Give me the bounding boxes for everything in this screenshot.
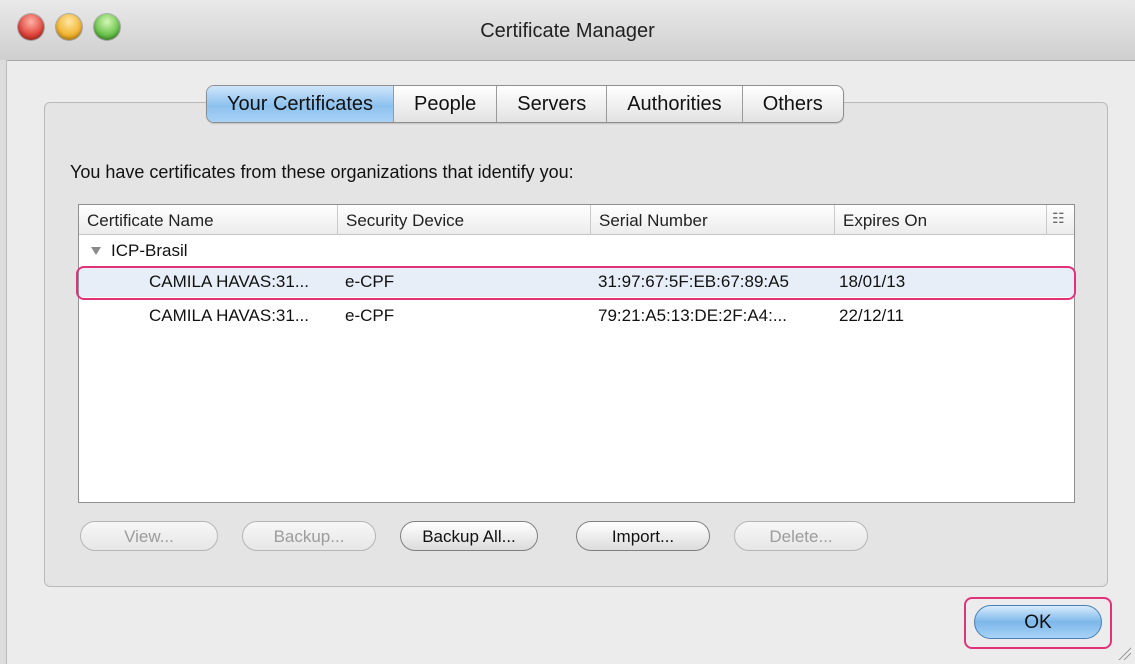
tab-authorities[interactable]: Authorities [606,86,742,122]
window-title: Certificate Manager [480,20,655,42]
tab-your-certificates[interactable]: Your Certificates [207,86,393,122]
view-button[interactable]: View... [80,521,218,551]
column-picker-icon[interactable]: ☷ [1052,211,1066,225]
column-header-certificate-name[interactable]: Certificate Name [79,205,338,234]
table-row[interactable]: CAMILA HAVAS:31... e-CPF 31:97:67:5F:EB:… [79,267,1074,297]
serial-number-cell: 79:21:A5:13:DE:2F:A4:... [598,306,788,325]
tab-bar: Your Certificates People Servers Authori… [206,85,844,123]
delete-button[interactable]: Delete... [734,521,868,551]
expires-on-cell: 22/12/11 [839,306,904,325]
column-header-security-device[interactable]: Security Device [338,205,591,234]
serial-number-cell: 31:97:67:5F:EB:67:89:A5 [598,272,789,291]
window-edge [0,60,7,664]
certificate-table: Certificate Name Security Device Serial … [78,204,1075,503]
group-label: ICP-Brasil [111,241,188,260]
backup-button[interactable]: Backup... [242,521,376,551]
tab-servers[interactable]: Servers [496,86,606,122]
disclosure-triangle-icon[interactable] [91,247,101,255]
certificate-name-cell: CAMILA HAVAS:31... [149,272,309,291]
column-header-serial-number[interactable]: Serial Number [591,205,835,234]
table-header: Certificate Name Security Device Serial … [79,205,1074,235]
security-device-cell: e-CPF [345,272,395,291]
expires-on-cell: 18/01/13 [839,272,906,291]
tab-others[interactable]: Others [741,86,843,122]
backup-all-button[interactable]: Backup All... [400,521,538,551]
resize-grip-icon[interactable] [1117,646,1131,660]
title-bar: Certificate Manager [0,0,1135,61]
intro-text: You have certificates from these organiz… [70,162,574,182]
tab-people[interactable]: People [393,86,496,122]
certificate-name-cell: CAMILA HAVAS:31... [149,306,309,325]
table-row[interactable]: CAMILA HAVAS:31... e-CPF 79:21:A5:13:DE:… [79,301,1074,331]
security-device-cell: e-CPF [345,306,395,325]
column-header-expires-on[interactable]: Expires On [835,205,1047,234]
group-row[interactable]: ICP-Brasil [79,236,1074,266]
import-button[interactable]: Import... [576,521,710,551]
ok-button[interactable]: OK [974,605,1102,639]
